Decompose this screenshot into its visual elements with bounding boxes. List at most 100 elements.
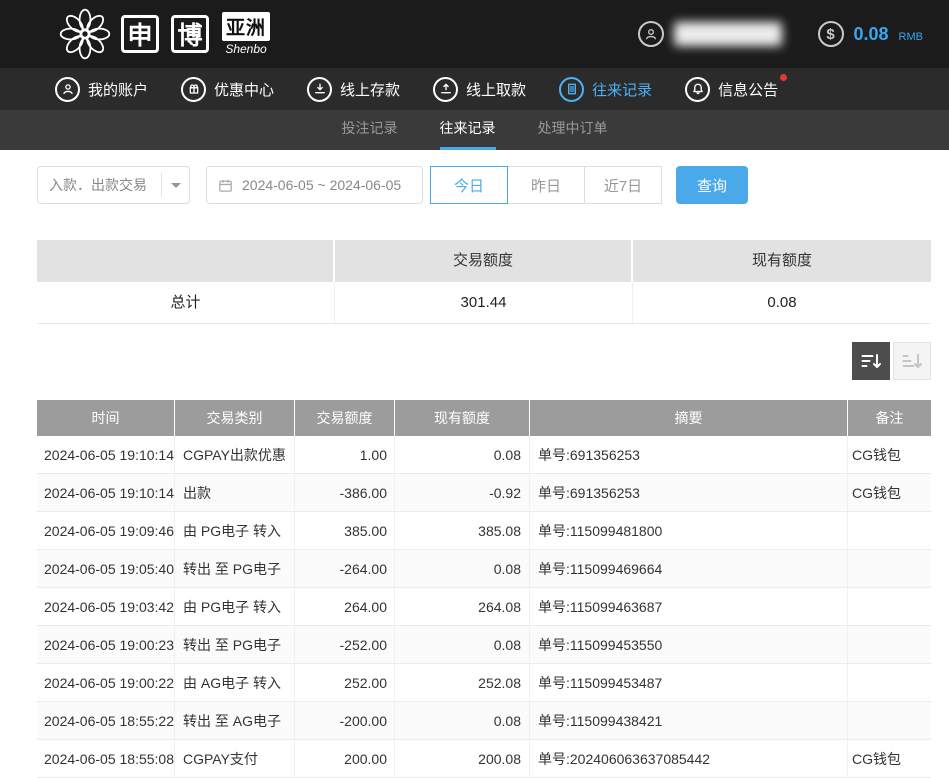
last7days-button[interactable]: 近7日 — [584, 166, 662, 204]
balance-amount: 0.08 — [854, 24, 889, 45]
cell-time: 2024-06-05 19:03:42 — [37, 588, 175, 625]
sort-ascending-button[interactable] — [893, 342, 931, 380]
site-logo[interactable]: 申 博 亚洲 Shenbo — [58, 7, 270, 61]
cell-amount: -252.00 — [295, 626, 395, 663]
cell-summary: 单号:691356253 — [530, 436, 848, 473]
nav-item-promotions[interactable]: 优惠中心 — [181, 77, 274, 102]
nav-label: 线上存款 — [340, 79, 400, 100]
user-avatar-icon[interactable] — [638, 21, 664, 47]
nav-label: 信息公告 — [718, 79, 778, 100]
cell-type: 出款 — [175, 474, 295, 511]
nav-item-my-account[interactable]: 我的账户 — [55, 77, 148, 102]
sort-toolbar — [37, 342, 931, 380]
transaction-type-select[interactable]: 入款．出款交易 — [37, 166, 190, 204]
tab-processing-orders[interactable]: 处理中订单 — [538, 110, 608, 150]
logo-char-shen: 申 — [121, 15, 159, 53]
withdraw-icon — [433, 77, 458, 102]
table-row: 2024-06-05 19:00:23 转出 至 PG电子 -252.00 0.… — [37, 626, 931, 664]
date-range-input[interactable]: 2024-06-05 ~ 2024-06-05 — [206, 166, 423, 204]
date-range-value: 2024-06-05 ~ 2024-06-05 — [242, 177, 401, 193]
cell-summary: 单号:115099453550 — [530, 626, 848, 663]
summary-total-label: 总计 — [37, 282, 335, 323]
summary-balance-total: 0.08 — [633, 282, 931, 323]
table-row: 2024-06-05 19:10:14 出款 -386.00 -0.92 单号:… — [37, 474, 931, 512]
cell-note — [848, 588, 931, 625]
cell-balance: 200.08 — [395, 740, 530, 777]
header-amount: 交易额度 — [295, 400, 395, 436]
cell-note — [848, 702, 931, 739]
cell-summary: 单号:115099463687 — [530, 588, 848, 625]
table-row: 2024-06-05 18:55:08 CGPAY支付 200.00 200.0… — [37, 740, 931, 778]
cell-amount: 264.00 — [295, 588, 395, 625]
cell-note: CG钱包 — [848, 474, 931, 511]
today-button[interactable]: 今日 — [430, 166, 508, 204]
cell-type: 由 AG电子 转入 — [175, 664, 295, 701]
balance-currency: RMB — [899, 31, 923, 43]
cell-amount: 252.00 — [295, 664, 395, 701]
nav-item-announcements[interactable]: 信息公告 — [685, 77, 778, 102]
logo-char-bo: 博 — [171, 15, 209, 53]
filter-bar: 入款．出款交易 2024-06-05 ~ 2024-06-05 今日 昨日 近7… — [37, 166, 949, 204]
cell-time: 2024-06-05 19:05:40 — [37, 550, 175, 587]
deposit-icon — [307, 77, 332, 102]
wallet-dollar-icon[interactable]: $ — [818, 21, 844, 47]
transactions-table: 时间 交易类别 交易额度 现有额度 摘要 备注 2024-06-05 19:10… — [37, 400, 931, 778]
cell-balance: 264.08 — [395, 588, 530, 625]
cell-summary: 单号:691356253 — [530, 474, 848, 511]
header-time: 时间 — [37, 400, 175, 436]
cell-amount: -200.00 — [295, 702, 395, 739]
cell-balance: 0.08 — [395, 626, 530, 663]
logo-region: 亚洲 — [222, 12, 270, 41]
user-icon — [55, 77, 80, 102]
notification-badge — [780, 74, 787, 81]
tab-betting-records[interactable]: 投注记录 — [342, 110, 398, 150]
cell-type: 转出 至 AG电子 — [175, 702, 295, 739]
select-value: 入款．出款交易 — [38, 175, 161, 195]
table-row: 2024-06-05 19:03:42 由 PG电子 转入 264.00 264… — [37, 588, 931, 626]
summary-header-transaction: 交易额度 — [335, 240, 633, 282]
cell-type: 由 PG电子 转入 — [175, 512, 295, 549]
cell-note — [848, 664, 931, 701]
cell-time: 2024-06-05 18:55:22 — [37, 702, 175, 739]
transactions-table-header: 时间 交易类别 交易额度 现有额度 摘要 备注 — [37, 400, 931, 436]
gift-icon — [181, 77, 206, 102]
nav-item-transaction-records[interactable]: 往来记录 — [559, 77, 652, 102]
summary-header-row: 交易额度 现有额度 — [37, 240, 931, 282]
censored-username — [674, 22, 782, 46]
cell-type: CGPAY出款优惠 — [175, 436, 295, 473]
summary-transaction-total: 301.44 — [335, 282, 633, 323]
cell-balance: 0.08 — [395, 550, 530, 587]
header-note: 备注 — [848, 400, 931, 436]
main-nav: 我的账户 优惠中心 线上存款 线上取款 往来记录 信息公告 — [0, 68, 949, 110]
yesterday-button[interactable]: 昨日 — [507, 166, 585, 204]
cell-note — [848, 626, 931, 663]
tab-transaction-records[interactable]: 往来记录 — [440, 110, 496, 150]
cell-balance: -0.92 — [395, 474, 530, 511]
header-type: 交易类别 — [175, 400, 295, 436]
cell-balance: 0.08 — [395, 436, 530, 473]
nav-item-withdraw[interactable]: 线上取款 — [433, 77, 526, 102]
calendar-icon — [217, 177, 234, 194]
cell-time: 2024-06-05 18:55:08 — [37, 740, 175, 777]
top-bar: 申 博 亚洲 Shenbo $ 0.08 RMB — [0, 0, 949, 68]
cell-balance: 252.08 — [395, 664, 530, 701]
query-button[interactable]: 查询 — [676, 166, 748, 204]
sort-descending-button[interactable] — [852, 342, 890, 380]
cell-note: CG钱包 — [848, 436, 931, 473]
nav-label: 优惠中心 — [214, 79, 274, 100]
cell-note — [848, 512, 931, 549]
cell-note — [848, 550, 931, 587]
cell-summary: 单号:202406063637085442 — [530, 740, 848, 777]
cell-type: 由 PG电子 转入 — [175, 588, 295, 625]
header-balance: 现有额度 — [395, 400, 530, 436]
cell-amount: -264.00 — [295, 550, 395, 587]
nav-label: 线上取款 — [466, 79, 526, 100]
cell-balance: 385.08 — [395, 512, 530, 549]
table-row: 2024-06-05 19:09:46 由 PG电子 转入 385.00 385… — [37, 512, 931, 550]
summary-header-blank — [37, 240, 335, 282]
cell-summary: 单号:115099481800 — [530, 512, 848, 549]
table-row: 2024-06-05 19:10:14 CGPAY出款优惠 1.00 0.08 … — [37, 436, 931, 474]
summary-table: 交易额度 现有额度 总计 301.44 0.08 — [37, 240, 931, 324]
nav-item-deposit[interactable]: 线上存款 — [307, 77, 400, 102]
cell-type: CGPAY支付 — [175, 740, 295, 777]
